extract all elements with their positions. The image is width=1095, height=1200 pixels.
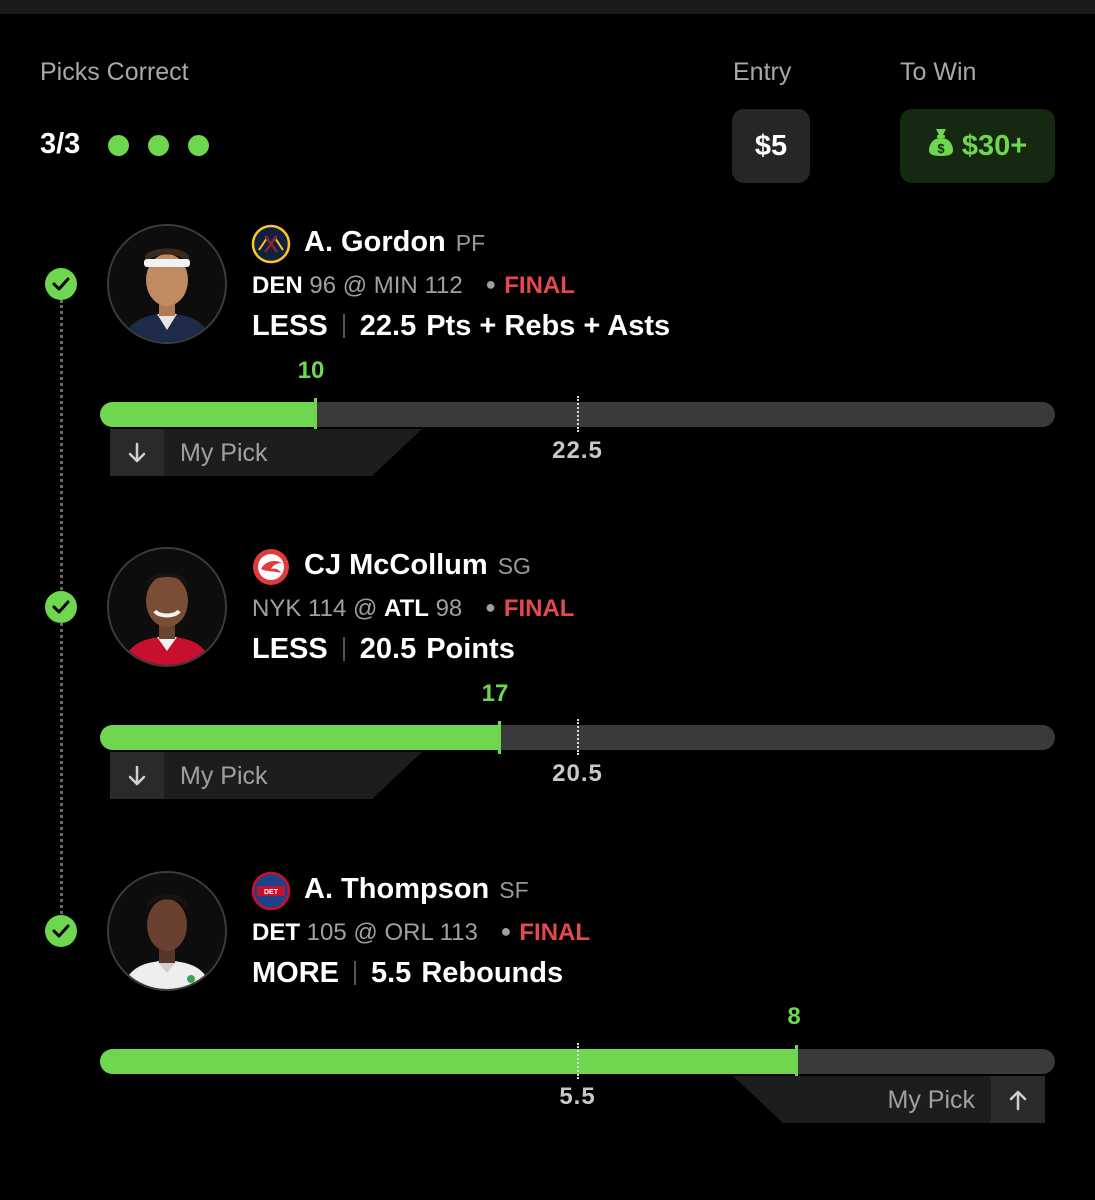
picks-correct-value: 3/3 (40, 128, 81, 160)
divider (342, 314, 345, 338)
my-pick-label: My Pick (180, 762, 268, 790)
arrow-down-icon (110, 429, 164, 476)
actual-marker (498, 721, 502, 754)
game-status: FINAL (504, 272, 575, 299)
to-win-amount-badge: $ $30+ (900, 109, 1055, 183)
player-position: SF (499, 877, 529, 903)
pick-stat: Points (426, 633, 515, 665)
entry-label: Entry (733, 58, 792, 86)
player-position: PF (455, 230, 486, 256)
arrow-up-icon (991, 1076, 1045, 1123)
separator-bullet: ● (484, 597, 496, 617)
actual-stat-value: 8 (787, 1003, 801, 1030)
home-team: ORL (384, 919, 433, 946)
home-team: ATL (384, 595, 429, 622)
to-win-label: To Win (900, 58, 977, 86)
separator-bullet: ● (485, 274, 497, 294)
pick-direction: MORE (252, 957, 339, 989)
game-score-line: DEN 96 @ MIN 112 ● FINAL (252, 272, 575, 300)
progress-fill (100, 725, 500, 750)
line-value-label: 5.5 (559, 1083, 596, 1110)
line-value-label: 22.5 (552, 437, 603, 464)
away-score: 96 (309, 272, 337, 299)
at-symbol: @ (353, 919, 378, 946)
line-marker (576, 719, 579, 755)
divider (354, 961, 356, 985)
actual-stat-value: 10 (297, 357, 325, 384)
my-pick-tag: My Pick (733, 1076, 1045, 1123)
home-team: MIN (373, 272, 418, 299)
svg-text:DET: DET (264, 889, 279, 896)
player-name-text: CJ McCollum (304, 549, 488, 581)
entry-amount: $5 (754, 129, 788, 162)
pick-card[interactable]: CJ McCollum SG NYK 114 @ ATL 98 ● FINAL LE… (0, 547, 1095, 847)
correct-dot (148, 135, 169, 156)
hawks-logo (251, 547, 291, 587)
my-pick-tag: My Pick (110, 752, 422, 799)
player-name: CJ McCollum SG (304, 549, 531, 582)
correct-dot (108, 135, 129, 156)
player-avatar (107, 547, 227, 667)
away-team: DEN (252, 272, 303, 299)
progress-fill (100, 402, 315, 427)
home-score: 113 (439, 919, 478, 946)
pick-card[interactable]: DET A. Thompson SF DET 105 @ ORL 113 ● FIN… (0, 871, 1095, 1171)
top-edge-bar (0, 0, 1095, 14)
away-score: 105 (306, 919, 347, 946)
separator-bullet: ● (500, 921, 512, 941)
pick-card[interactable]: A. Gordon PF DEN 96 @ MIN 112 ● FINAL LESS… (0, 224, 1095, 524)
home-score: 98 (435, 595, 463, 622)
arrow-down-icon (110, 752, 164, 799)
actual-stat-value: 17 (481, 680, 509, 707)
pick-stat: Pts + Rebs + Asts (426, 310, 671, 342)
player-position: SG (497, 553, 531, 579)
progress-fill (100, 1049, 797, 1074)
player-avatar (107, 224, 227, 344)
player-avatar (107, 871, 227, 991)
svg-text:$: $ (937, 141, 945, 156)
at-symbol: @ (342, 272, 368, 299)
player-name-text: A. Thompson (304, 873, 490, 905)
line-value-label: 20.5 (552, 760, 603, 787)
my-pick-label: My Pick (887, 1086, 976, 1114)
game-status: FINAL (503, 595, 575, 622)
player-name: A. Thompson SF (304, 873, 529, 906)
pick-line-value: 20.5 (359, 633, 417, 665)
pick-direction: LESS (252, 633, 328, 665)
line-marker (576, 396, 579, 432)
entry-amount-badge: $5 (732, 109, 810, 183)
away-score: 114 (308, 595, 347, 622)
nuggets-logo (251, 224, 291, 264)
my-pick-tag: My Pick (110, 429, 422, 476)
game-score-line: NYK 114 @ ATL 98 ● FINAL (252, 595, 574, 623)
away-team: NYK (252, 595, 302, 622)
to-win-amount: $30+ (961, 129, 1028, 162)
pistons-logo: DET (251, 871, 291, 911)
pick-direction: LESS (252, 310, 328, 342)
money-bag-icon: $ (928, 127, 954, 165)
divider (342, 637, 345, 661)
player-name-text: A. Gordon (304, 226, 446, 258)
player-name: A. Gordon PF (304, 226, 485, 259)
picks-progress-dots (108, 135, 209, 156)
pick-line-value: 22.5 (359, 310, 417, 342)
pick-line-value: 5.5 (371, 957, 412, 989)
picks-correct-label: Picks Correct (40, 58, 189, 86)
correct-dot (188, 135, 209, 156)
my-pick-label: My Pick (180, 439, 268, 467)
game-status: FINAL (519, 919, 591, 946)
pick-summary: LESS 20.5 Points (252, 633, 515, 666)
actual-marker (313, 398, 317, 431)
game-score-line: DET 105 @ ORL 113 ● FINAL (252, 919, 590, 947)
home-score: 112 (424, 272, 463, 299)
at-symbol: @ (352, 595, 378, 622)
pick-summary: LESS 22.5 Pts + Rebs + Asts (252, 310, 670, 343)
pick-stat: Rebounds (421, 957, 564, 989)
pick-summary: MORE 5.5 Rebounds (252, 957, 563, 990)
actual-marker (795, 1045, 799, 1078)
away-team: DET (252, 919, 300, 946)
line-marker (576, 1043, 579, 1079)
